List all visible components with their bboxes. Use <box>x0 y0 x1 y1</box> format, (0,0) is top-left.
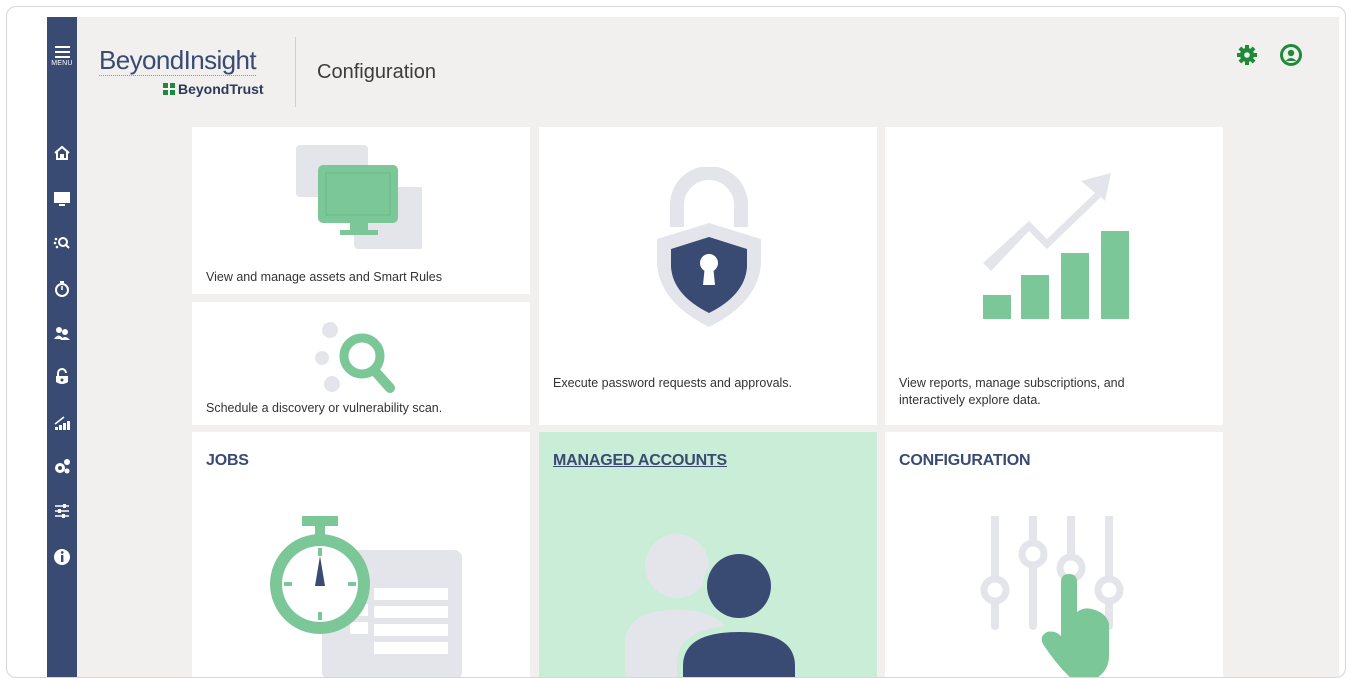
page-title: Configuration <box>317 61 436 83</box>
settings-gear-icon[interactable] <box>1235 43 1259 67</box>
tile-reports[interactable]: View reports, manage subscriptions, and … <box>885 127 1223 425</box>
tile-reports-desc: View reports, manage subscriptions, and … <box>899 376 1125 407</box>
monitors-illustration <box>296 145 422 249</box>
tile-scan[interactable]: Schedule a discovery or vulnerability sc… <box>192 302 530 425</box>
monitor-icon[interactable] <box>52 189 72 209</box>
unlock-icon[interactable] <box>52 367 72 387</box>
tile-scan-desc: Schedule a discovery or vulnerability sc… <box>206 401 443 415</box>
analytics-chart-illustration <box>983 173 1129 319</box>
beyondtrust-logo: BeyondTrust <box>163 81 264 97</box>
app-window: MENU BeyondInsight BeyondTrust Configura… <box>47 17 1339 677</box>
lock-shield-illustration <box>657 167 761 327</box>
beyondtrust-mark-icon <box>163 83 175 95</box>
menu-button[interactable]: MENU <box>47 41 77 81</box>
home-icon[interactable] <box>52 143 72 163</box>
hamburger-icon <box>54 46 70 58</box>
sliders-icon[interactable] <box>52 501 72 521</box>
tile-configuration-title: CONFIGURATION <box>899 452 1031 469</box>
info-icon[interactable] <box>52 547 72 567</box>
tile-password-desc: Execute password requests and approvals. <box>553 376 793 390</box>
menu-label: MENU <box>51 60 73 67</box>
header: BeyondInsight BeyondTrust Configuration <box>77 17 1339 127</box>
stopwatch-illustration <box>270 516 462 677</box>
stopwatch-icon[interactable] <box>52 279 72 299</box>
tile-jobs[interactable]: JOBS <box>192 432 530 677</box>
beyondinsight-logo[interactable]: BeyondInsight BeyondTrust <box>99 45 264 97</box>
header-divider <box>295 37 296 107</box>
users-icon[interactable] <box>52 323 72 343</box>
browser-frame: MENU BeyondInsight BeyondTrust Configura… <box>6 6 1346 678</box>
sidebar: MENU <box>47 17 77 677</box>
logo-main-text: BeyondInsight <box>99 45 257 76</box>
tile-assets-desc: View and manage assets and Smart Rules <box>206 270 443 284</box>
logo-sub-text: BeyondTrust <box>178 81 264 97</box>
sliders-hand-illustration <box>980 516 1124 677</box>
tile-password-safe[interactable]: Execute password requests and approvals. <box>539 127 877 425</box>
user-profile-icon[interactable] <box>1279 43 1303 67</box>
tile-configuration[interactable]: CONFIGURATION <box>885 432 1223 677</box>
tile-assets[interactable]: View and manage assets and Smart Rules <box>192 127 530 294</box>
tile-jobs-title: JOBS <box>206 452 249 469</box>
users-illustration <box>625 534 801 677</box>
discovery-scan-icon[interactable] <box>52 233 72 253</box>
tile-managed-accounts[interactable]: MANAGED ACCOUNTS <box>539 432 877 677</box>
discovery-scan-illustration <box>315 322 395 393</box>
header-actions <box>1219 43 1303 72</box>
tile-managed-accounts-title[interactable]: MANAGED ACCOUNTS <box>553 452 727 470</box>
gears-icon[interactable] <box>52 457 72 477</box>
analytics-icon[interactable] <box>52 413 72 433</box>
